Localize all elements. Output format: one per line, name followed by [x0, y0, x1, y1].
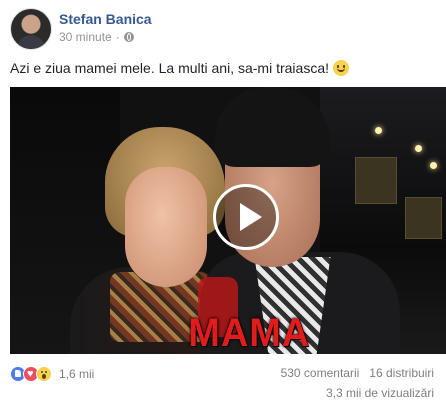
background-window	[405, 197, 442, 239]
reactions-count[interactable]: 1,6 mii	[59, 367, 94, 381]
avatar[interactable]	[10, 8, 52, 50]
comments-count[interactable]: 530 comentarii	[281, 366, 360, 380]
background-light	[415, 145, 422, 152]
post-text: Azi e ziua mamei mele. La multi ani, sa-…	[10, 60, 349, 76]
post-meta: 30 minute ·	[59, 30, 134, 44]
post-time[interactable]: 30 minute	[59, 30, 112, 44]
wow-icon	[36, 366, 52, 382]
play-icon[interactable]	[213, 184, 279, 250]
globe-icon[interactable]	[123, 32, 134, 42]
smiley-icon	[333, 60, 349, 76]
video-player[interactable]: MAMA	[10, 87, 446, 354]
author-name[interactable]: Stefan Banica	[59, 11, 152, 27]
post-text-content: Azi e ziua mamei mele. La multi ani, sa-…	[10, 60, 329, 76]
background-light	[430, 162, 437, 169]
engagement-stats: 530 comentarii 16 distribuiri	[281, 366, 434, 380]
woman-face	[125, 167, 207, 287]
post-header: Stefan Banica 30 minute ·	[10, 8, 430, 50]
meta-separator: ·	[115, 30, 120, 44]
views-count: 3,3 mii de vizualizări	[325, 386, 434, 400]
background-light	[375, 127, 382, 134]
shares-count[interactable]: 16 distribuiri	[369, 366, 434, 380]
reactions-summary[interactable]: 1,6 mii	[10, 364, 94, 384]
video-overlay-text: MAMA	[188, 311, 311, 354]
background-window	[355, 157, 397, 204]
avatar-shoulders	[17, 35, 45, 49]
man-hair	[215, 87, 330, 167]
